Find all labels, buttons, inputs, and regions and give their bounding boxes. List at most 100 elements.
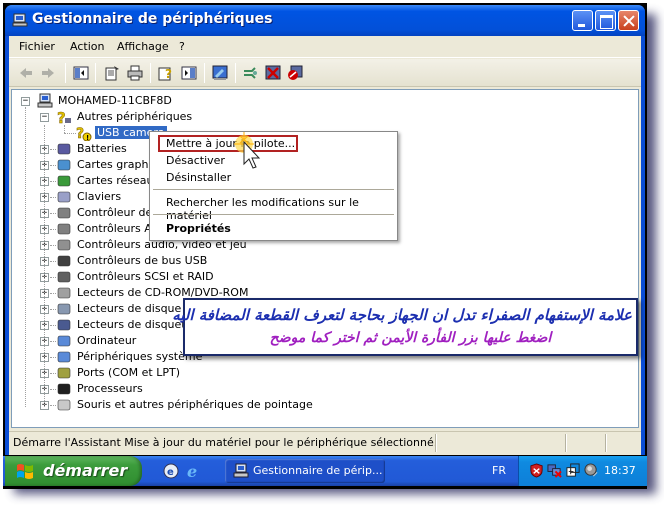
start-button[interactable]: démarrer [5, 456, 142, 486]
tree-item-label: Ordinateur [77, 334, 137, 347]
tree-item-label: Autres périphériques [77, 110, 193, 123]
system-tray: 18:37 [518, 456, 647, 486]
device-category-icon [57, 271, 71, 283]
menu-item-scan-hardware[interactable]: Rechercher les modifications sur le maté… [166, 196, 397, 222]
security-shield-icon[interactable] [529, 463, 544, 478]
toolbar-separator [65, 63, 66, 83]
action-pane-icon[interactable] [181, 65, 197, 81]
context-menu: Mettre à jour le pilote... Désactiver Dé… [149, 131, 398, 241]
clock[interactable]: 18:37 [604, 464, 636, 477]
unknown-device-question-icon: ? [57, 109, 71, 125]
svg-text:!: ! [86, 134, 89, 141]
help-icon[interactable]: ? [158, 65, 174, 81]
menu-fichier[interactable]: Fichier [19, 40, 55, 53]
tree-line [44, 125, 45, 405]
toolbar-separator [235, 63, 236, 83]
taskbar-item-label: Gestionnaire de périp... [253, 464, 383, 477]
title-bar[interactable]: Gestionnaire de périphériques [5, 5, 645, 36]
back-arrow-icon[interactable] [18, 65, 34, 81]
disable-icon[interactable] [287, 65, 303, 81]
arabic-annotation-box: علامة الإستفهام الصفراء تدل ان الجهاز بح… [172, 298, 638, 356]
tree-item-label: Souris et autres périphériques de pointa… [77, 398, 313, 411]
device-category-icon [57, 335, 71, 347]
menu-separator [153, 214, 394, 215]
device-category-icon [57, 367, 71, 379]
annotation-line-1: علامة الإستفهام الصفراء تدل ان الجهاز بح… [172, 306, 632, 324]
taskbar-item-device-manager[interactable]: Gestionnaire de périp... [225, 459, 385, 483]
language-indicator[interactable]: FR [492, 464, 506, 477]
close-button[interactable] [618, 10, 639, 31]
menu-action[interactable]: Action [70, 40, 104, 53]
toolbar-separator [204, 63, 205, 83]
properties-icon[interactable] [104, 65, 120, 81]
tree-item-label: Batteries [77, 142, 127, 155]
computer-icon [233, 463, 249, 478]
menu-bar: Fichier Action Affichage ? [9, 36, 641, 58]
status-separator [565, 434, 567, 452]
menu-help[interactable]: ? [179, 40, 185, 53]
svg-text:e: e [187, 463, 197, 479]
device-category-icon [57, 399, 71, 411]
minimize-button[interactable] [572, 10, 593, 31]
taskbar: démarrer e e Gestionnaire de périp... FR… [3, 456, 647, 486]
status-text: Démarre l'Assistant Mise à jour du matér… [13, 436, 438, 449]
tree-item-label: Contrôleurs SCSI et RAID [77, 270, 214, 283]
tree-line [64, 125, 65, 133]
warning-question-icon: ?! [76, 126, 92, 141]
tree-item-label: Claviers [77, 190, 122, 203]
device-category-icon [57, 287, 71, 299]
device-category-icon [57, 175, 71, 187]
computer-icon [37, 93, 53, 108]
device-category-icon [57, 143, 71, 155]
tree-line [25, 107, 26, 407]
network-disconnected-icon[interactable] [547, 463, 562, 478]
tree-line [64, 133, 76, 134]
menu-item-properties[interactable]: Propriétés [166, 222, 231, 235]
safely-remove-hardware-icon[interactable] [566, 463, 581, 478]
toolbar: ? [9, 59, 641, 87]
screenshot-frame: Gestionnaire de périphériques Fichier Ac… [0, 0, 664, 505]
status-separator [605, 434, 607, 452]
device-category-icon [57, 255, 71, 267]
uninstall-icon[interactable] [265, 65, 281, 81]
toolbar-separator [150, 63, 151, 83]
computer-icon [12, 13, 28, 27]
device-category-icon [57, 159, 71, 171]
tree-root-label: MOHAMED-11CBF8D [58, 94, 172, 107]
start-label: démarrer [43, 461, 128, 480]
windows-logo-icon [17, 464, 33, 479]
tree-item-label: Cartes réseau [77, 174, 154, 187]
device-category-icon [57, 223, 71, 235]
internet-explorer-icon[interactable]: e [186, 463, 202, 479]
console-tree-icon[interactable] [73, 65, 89, 81]
maximize-button[interactable] [595, 10, 616, 31]
tree-item-label: Contrôleurs de bus USB [77, 254, 208, 267]
menu-affichage[interactable]: Affichage [117, 40, 169, 53]
status-bar: Démarre l'Assistant Mise à jour du matér… [9, 431, 641, 453]
forward-arrow-icon[interactable] [40, 65, 56, 81]
device-category-icon [57, 319, 71, 331]
status-separator [435, 434, 437, 452]
collapse-toggle[interactable]: − [40, 113, 49, 122]
tree-item-label: Ports (COM et LPT) [77, 366, 181, 379]
menu-item-disable[interactable]: Désactiver [166, 154, 225, 167]
window-client: Fichier Action Affichage ? ? − MOHAMED-1… [9, 36, 641, 455]
device-category-icon [57, 303, 71, 315]
device-category-icon [57, 383, 71, 395]
window-title: Gestionnaire de périphériques [32, 11, 273, 27]
svg-text:?: ? [57, 109, 66, 125]
desktop-screen: Gestionnaire de périphériques Fichier Ac… [3, 3, 647, 489]
volume-icon[interactable] [584, 463, 599, 478]
menu-item-update-driver[interactable]: Mettre à jour le pilote... [166, 137, 295, 150]
svg-text:?: ? [165, 67, 172, 81]
collapse-toggle[interactable]: − [21, 97, 30, 106]
annotation-line-2: اضغط عليها بزر الفأرة الأيمن ثم اختر كما… [269, 330, 552, 346]
tree-item-label: Processeurs [77, 382, 143, 395]
scan-hardware-icon[interactable] [243, 65, 259, 81]
mouse-cursor-icon [234, 132, 261, 169]
update-driver-icon[interactable] [212, 65, 228, 81]
quicklaunch-outlook-icon[interactable]: e [163, 463, 179, 479]
device-category-icon [57, 191, 71, 203]
menu-item-uninstall[interactable]: Désinstaller [166, 171, 231, 184]
print-icon[interactable] [127, 65, 143, 81]
